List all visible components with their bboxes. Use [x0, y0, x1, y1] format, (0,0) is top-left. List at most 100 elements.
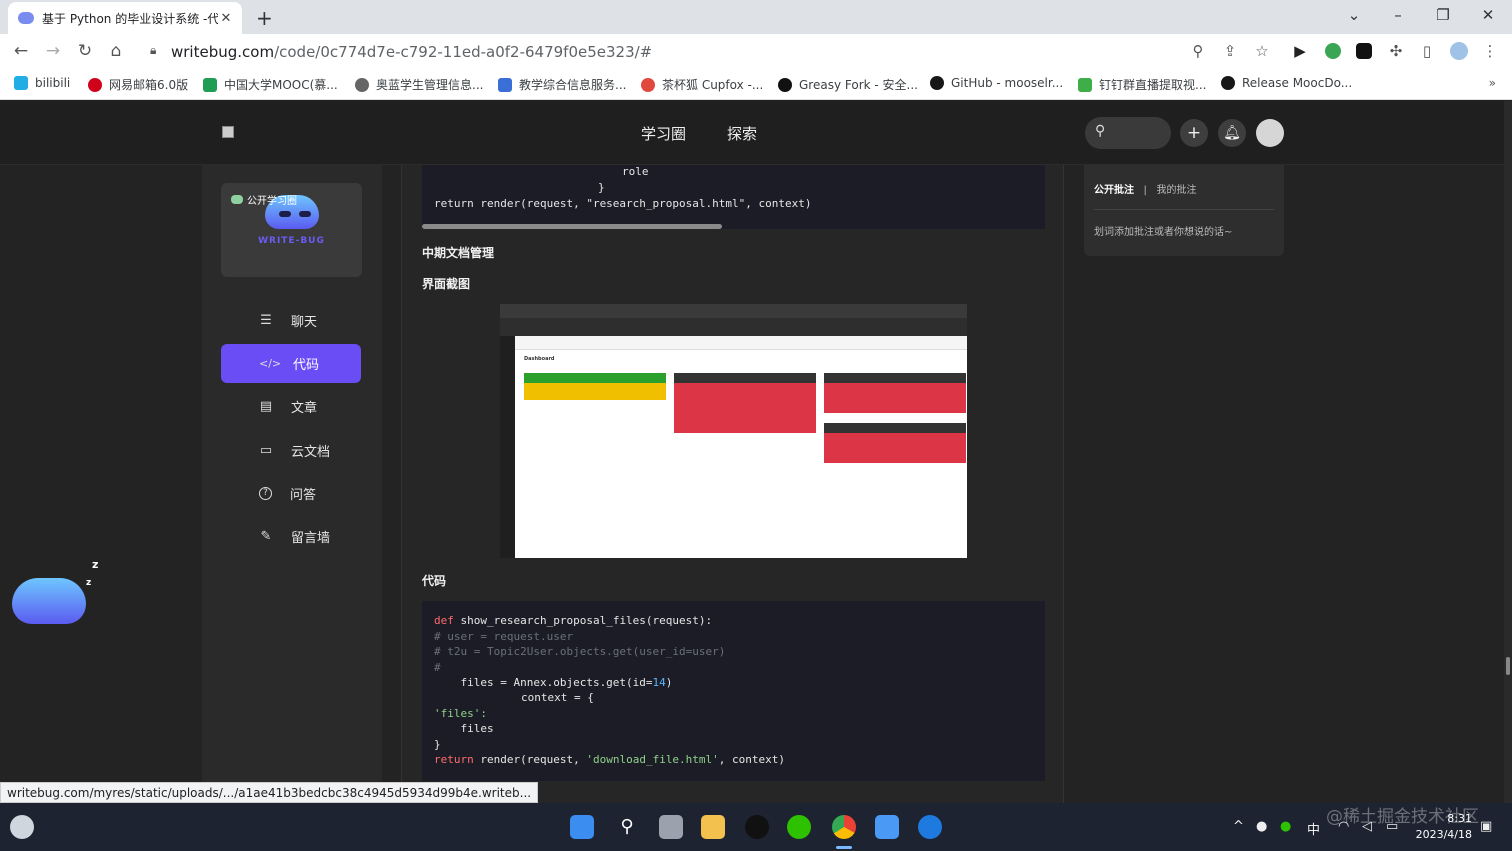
- bookmark-item[interactable]: bilibili: [14, 76, 70, 90]
- mascot-eye: [299, 211, 311, 217]
- code-block-top: role } return render(request, "research_…: [422, 165, 1045, 229]
- annotation-panel: 公开批注 | 我的批注 划词添加批注或者你想说的话~: [1084, 165, 1284, 256]
- nav-explore[interactable]: 探索: [727, 123, 757, 144]
- menu-kebab-icon[interactable]: ⋮: [1480, 42, 1500, 60]
- edu-system-icon: [498, 77, 512, 92]
- annotation-tabs: 公开批注 | 我的批注: [1094, 181, 1196, 196]
- divider: [1094, 209, 1274, 210]
- tab-search-icon[interactable]: ⌄: [1344, 6, 1364, 24]
- baidu-netdisk-icon[interactable]: [875, 815, 899, 839]
- nav-study-circle[interactable]: 学习圈: [641, 123, 686, 144]
- play-extension-icon[interactable]: ▶: [1290, 42, 1310, 60]
- profile-avatar[interactable]: [1450, 42, 1468, 60]
- minimize-icon[interactable]: –: [1388, 6, 1408, 24]
- input-method-indicator[interactable]: 中: [1307, 819, 1320, 838]
- tab-public-annotations[interactable]: 公开批注: [1094, 185, 1134, 196]
- browser-tab[interactable]: 基于 Python 的毕业设计系统 -代 ✕: [8, 2, 242, 34]
- close-tab-icon[interactable]: ✕: [218, 11, 234, 26]
- brand-card[interactable]: 公开学习圈 WRITE-BUG: [221, 183, 362, 277]
- sidebar-item-articles[interactable]: ▤ 文章: [221, 387, 361, 426]
- scrollbar-thumb[interactable]: [1506, 657, 1510, 675]
- tampermonkey-extension-icon[interactable]: [1356, 43, 1372, 59]
- bookmark-item[interactable]: 奥蓝学生管理信息...: [355, 76, 483, 93]
- add-button[interactable]: +: [1180, 119, 1208, 147]
- code-horizontal-scrollbar[interactable]: [422, 224, 722, 229]
- kugou-icon[interactable]: [918, 815, 942, 839]
- file-explorer-icon[interactable]: [701, 815, 725, 839]
- reload-icon[interactable]: ↻: [74, 41, 96, 61]
- qq-tray-icon[interactable]: ●: [1256, 819, 1267, 834]
- watermark: @稀土掘金技术社区: [1326, 807, 1479, 827]
- sidebar-item-chat[interactable]: ☰ 聊天: [221, 301, 361, 340]
- lock-icon[interactable]: 🔒︎: [150, 43, 156, 58]
- embedded-screenshot-image[interactable]: Dashboard: [500, 304, 967, 558]
- bookmarks-overflow-icon[interactable]: »: [1489, 76, 1496, 90]
- wechat-icon[interactable]: [787, 815, 811, 839]
- shot-column: [524, 373, 666, 400]
- chat-icon: ☰: [260, 313, 272, 328]
- star-icon[interactable]: ☆: [1252, 42, 1272, 60]
- chrome-icon[interactable]: [832, 815, 856, 839]
- site-logo[interactable]: [222, 126, 234, 138]
- weather-icon[interactable]: [10, 815, 34, 839]
- side-panel-icon[interactable]: ▯: [1417, 42, 1437, 60]
- back-icon[interactable]: ←: [10, 41, 32, 61]
- tray-overflow-icon[interactable]: ^: [1233, 819, 1244, 834]
- windows-start-icon[interactable]: [570, 815, 594, 839]
- sidebar-item-message-wall[interactable]: ✎ 留言墙: [221, 517, 361, 556]
- shot-column-header: [524, 373, 666, 383]
- tab-my-annotations[interactable]: 我的批注: [1156, 185, 1196, 196]
- home-icon[interactable]: ⌂: [105, 41, 127, 61]
- folder-icon: ▭: [259, 443, 273, 458]
- netease-mail-icon: [88, 77, 102, 92]
- search-input[interactable]: ⚲: [1085, 117, 1171, 149]
- globe-extension-icon[interactable]: [1325, 43, 1341, 59]
- zzz-icon: z: [86, 578, 92, 588]
- shot-column: [824, 373, 966, 463]
- bookmark-item[interactable]: Release MoocDo...: [1221, 76, 1352, 90]
- bell-icon[interactable]: 🔔︎: [1218, 119, 1246, 147]
- qq-icon[interactable]: [745, 815, 769, 839]
- public-circle-tag: 公开学习圈: [231, 192, 297, 207]
- shot-browser-tabs: [500, 304, 967, 318]
- bookmark-item[interactable]: GitHub - mooselr...: [930, 76, 1063, 90]
- search-icon[interactable]: ⚲: [615, 815, 639, 839]
- task-view-icon[interactable]: [659, 815, 683, 839]
- bookmark-item[interactable]: 中国大学MOOC(慕...: [203, 76, 338, 93]
- bookmarks-bar: bilibili 网易邮箱6.0版 中国大学MOOC(慕... 奥蓝学生管理信息…: [0, 68, 1512, 100]
- bookmark-item[interactable]: 网易邮箱6.0版: [88, 76, 188, 93]
- close-window-icon[interactable]: ✕: [1478, 6, 1498, 24]
- site-header: 学习圈 探索 ⚲ + 🔔︎: [0, 101, 1504, 165]
- sidebar-item-qa[interactable]: ? 问答: [221, 474, 361, 513]
- shot-card: [824, 433, 966, 463]
- bookmark-item[interactable]: 茶杯狐 Cupfox -...: [641, 76, 763, 93]
- bookmark-item[interactable]: Greasy Fork - 安全...: [778, 76, 918, 93]
- search-icon: ⚲: [1095, 123, 1106, 139]
- notification-icon[interactable]: ▣: [1480, 819, 1492, 834]
- sidebar-item-cloud-docs[interactable]: ▭ 云文档: [221, 431, 361, 470]
- url-input[interactable]: writebug.com/code/0c774d7e-c792-11ed-a0f…: [171, 43, 652, 61]
- sleeping-mascot-icon[interactable]: z z: [12, 558, 98, 624]
- question-icon: ?: [259, 487, 272, 500]
- code-line: files = Annex.objects.get(id=14): [434, 676, 673, 689]
- sidebar-item-code[interactable]: </> 代码: [221, 344, 361, 383]
- restore-icon[interactable]: ❐: [1433, 6, 1453, 24]
- bookmark-item[interactable]: 钉钉群直播提取视...: [1078, 76, 1206, 93]
- tag-icon: [231, 195, 243, 204]
- shot-topbar: [515, 336, 967, 350]
- zoom-icon[interactable]: ⚲: [1188, 42, 1208, 60]
- active-app-indicator: [836, 846, 852, 849]
- section-heading-code: 代码: [422, 574, 447, 588]
- bookmark-item[interactable]: 教学综合信息服务...: [498, 76, 626, 93]
- user-avatar[interactable]: [1256, 119, 1284, 147]
- code-line: context = {: [468, 691, 594, 704]
- shot-card: [824, 383, 966, 413]
- code-line: }: [598, 181, 605, 194]
- page-scrollbar[interactable]: [1504, 101, 1512, 803]
- shot-browser-toolbar: [500, 318, 967, 336]
- new-tab-button[interactable]: +: [256, 6, 273, 30]
- share-icon[interactable]: ⇪: [1220, 42, 1240, 60]
- forward-icon[interactable]: →: [42, 41, 64, 61]
- wechat-tray-icon[interactable]: ●: [1280, 819, 1291, 834]
- extensions-puzzle-icon[interactable]: ✣: [1386, 42, 1406, 60]
